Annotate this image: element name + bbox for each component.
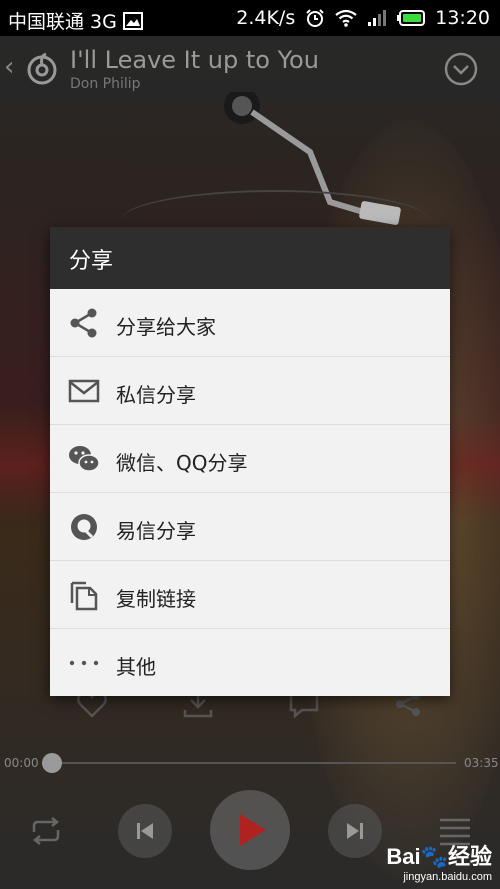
dialog-title: 分享 bbox=[50, 227, 450, 289]
carrier-label: 中国联通 3G bbox=[8, 11, 117, 33]
play-icon bbox=[240, 814, 266, 846]
app-logo-icon bbox=[27, 52, 57, 85]
signal-icon bbox=[368, 10, 387, 26]
share-option-private-message[interactable]: 私信分享 bbox=[50, 357, 450, 425]
back-icon[interactable]: ‹ bbox=[4, 52, 14, 82]
clock: 13:20 bbox=[435, 7, 490, 29]
share-option-yixin[interactable]: 易信分享 bbox=[50, 493, 450, 561]
mail-icon bbox=[68, 379, 100, 403]
wechat-icon bbox=[69, 446, 100, 472]
repeat-icon[interactable] bbox=[28, 816, 64, 846]
progress-track[interactable] bbox=[50, 762, 456, 764]
share-option-label: 分享给大家 bbox=[116, 315, 216, 339]
previous-icon bbox=[137, 823, 153, 839]
watermark-brand: Bai bbox=[386, 844, 421, 869]
paw-icon: 🐾 bbox=[420, 844, 448, 869]
watermark-brand-suffix: 经验 bbox=[447, 844, 492, 869]
baidu-jingyan-watermark: Bai🐾经验 jingyan.baidu.com bbox=[386, 839, 492, 883]
more-icon bbox=[69, 660, 99, 666]
player-action-row bbox=[0, 690, 500, 730]
song-artist: Don Philip bbox=[70, 76, 141, 92]
playback-progress: 00:00 03:35 bbox=[0, 748, 500, 778]
image-notification-icon bbox=[122, 11, 143, 30]
battery-icon bbox=[397, 10, 426, 26]
share-option-label: 易信分享 bbox=[116, 519, 196, 543]
share-icon bbox=[70, 308, 97, 338]
share-options-list: 分享给大家 私信分享 微信、QQ分享 易信分享 复制链接 其他 bbox=[50, 289, 450, 696]
network-speed: 2.4K/s bbox=[236, 7, 296, 29]
share-option-label: 复制链接 bbox=[116, 587, 196, 611]
share-option-label: 其他 bbox=[116, 655, 156, 679]
share-option-label: 微信、QQ分享 bbox=[116, 451, 248, 475]
progress-thumb[interactable] bbox=[42, 753, 62, 773]
share-option-label: 私信分享 bbox=[116, 383, 196, 407]
share-option-other[interactable]: 其他 bbox=[50, 629, 450, 696]
watermark-domain: jingyan.baidu.com bbox=[403, 871, 492, 883]
alarm-icon bbox=[306, 9, 324, 27]
time-total: 03:35 bbox=[464, 756, 499, 770]
chevron-down-icon[interactable] bbox=[444, 52, 478, 86]
song-title: I'll Leave It up to You bbox=[70, 46, 319, 74]
previous-button[interactable] bbox=[118, 804, 172, 858]
time-elapsed: 00:00 bbox=[4, 756, 39, 770]
share-option-copy-link[interactable]: 复制链接 bbox=[50, 561, 450, 629]
next-icon bbox=[347, 823, 363, 839]
share-dialog: 分享 分享给大家 私信分享 微信、QQ分享 易信分享 复制链接 其他 bbox=[50, 227, 450, 696]
status-bar: 中国联通 3G 2.4K/s 13:20 bbox=[0, 0, 500, 36]
share-option-public[interactable]: 分享给大家 bbox=[50, 289, 450, 357]
next-button[interactable] bbox=[328, 804, 382, 858]
play-button[interactable] bbox=[210, 790, 290, 870]
copy-icon bbox=[70, 581, 98, 611]
player-top-bar: ‹ I'll Leave It up to You Don Philip bbox=[0, 36, 500, 100]
share-option-wechat-qq[interactable]: 微信、QQ分享 bbox=[50, 425, 450, 493]
yixin-icon bbox=[71, 514, 97, 540]
wifi-icon bbox=[335, 9, 357, 27]
